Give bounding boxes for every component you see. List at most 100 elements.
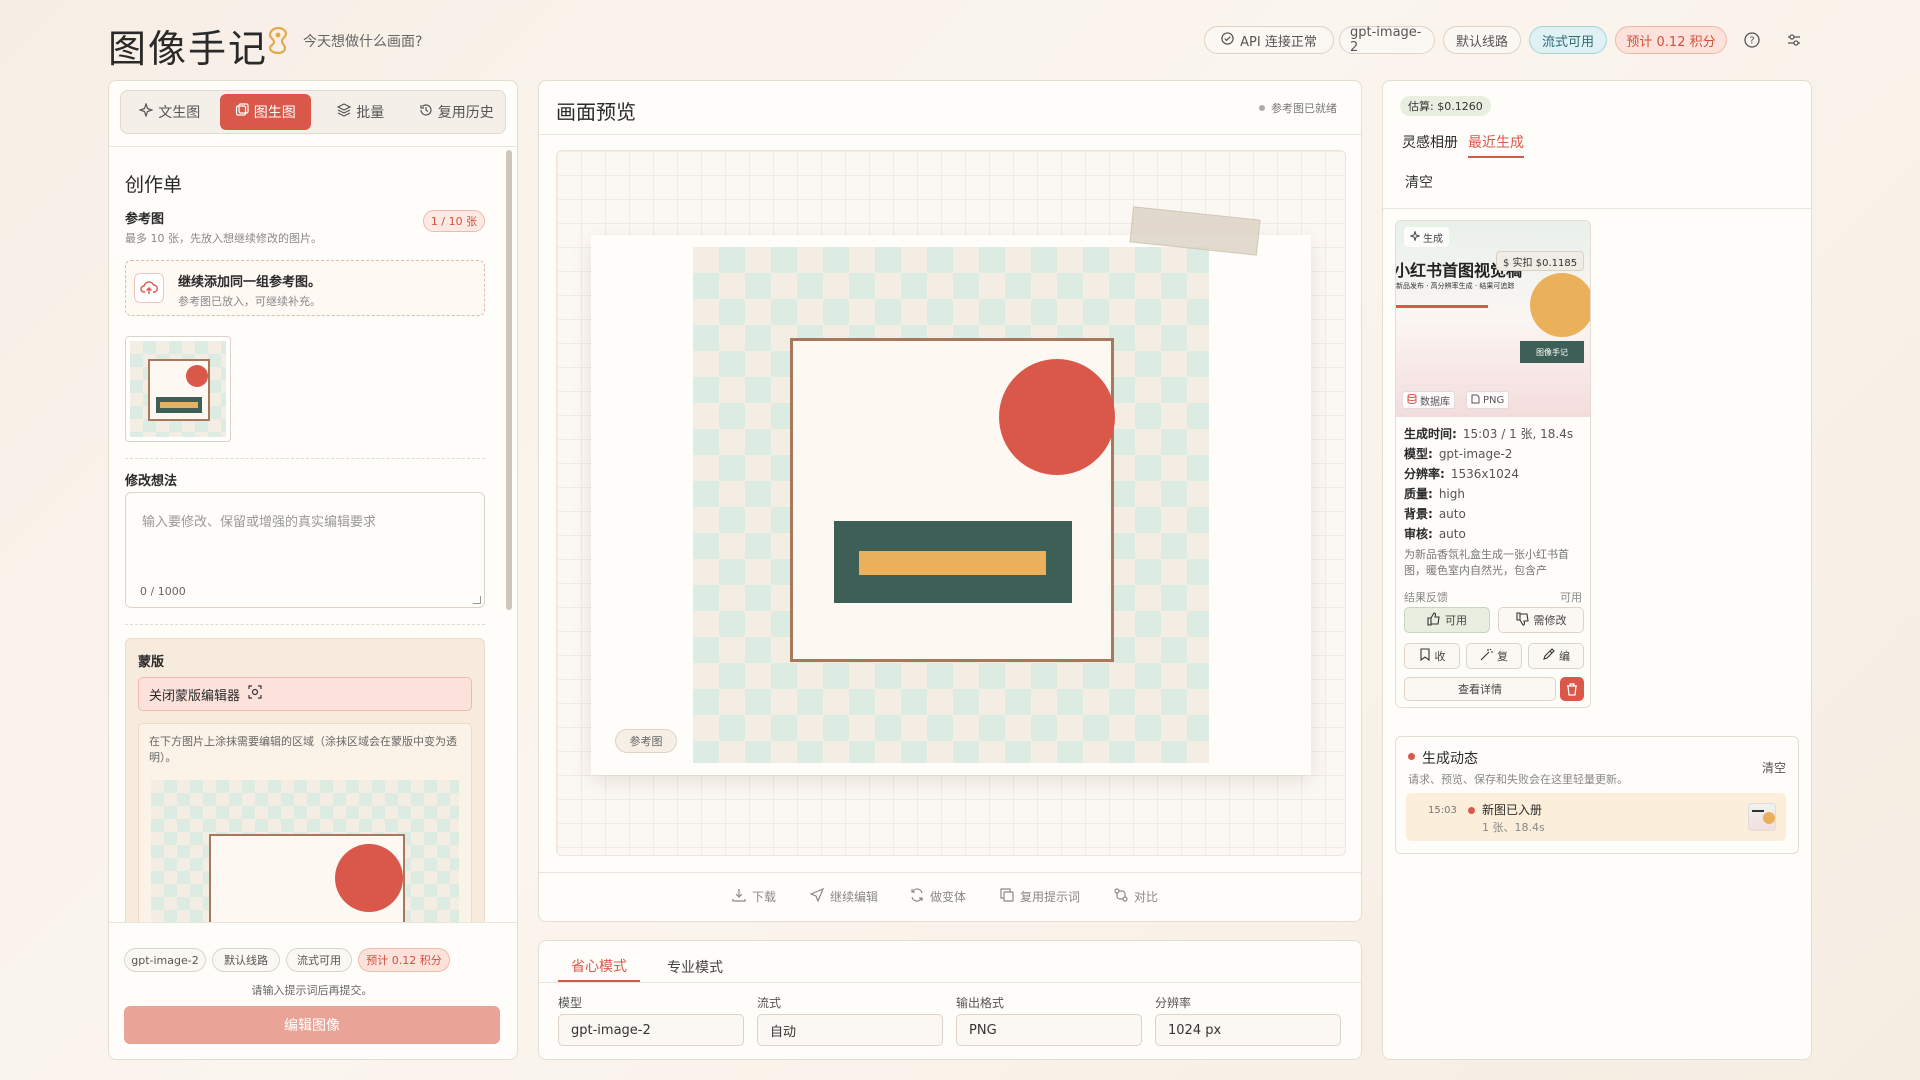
meta-key: 审核: [1404,527,1433,541]
mode-tabs: 文生图 图生图 批量 复用历史 [120,90,506,134]
api-status-label: API 连接正常 [1240,34,1317,50]
tab-reuse-history[interactable]: 复用历史 [411,94,503,130]
model-pill[interactable]: gpt-image-2 [1339,25,1435,55]
edit-button[interactable]: 编 [1528,643,1584,669]
chip-route: 默认线路 [212,948,280,972]
divider [125,624,485,625]
tab-label: 图生图 [253,105,296,121]
meta-list: 生成时间: 15:03 / 1 张, 18.4s 模型: gpt-image-2 分… [1404,425,1584,545]
compare-button[interactable]: 对比 [1114,888,1158,905]
route-pill[interactable]: 默认线路 [1443,26,1521,54]
compare-icon [1114,888,1128,905]
close-mask-editor-label: 关闭蒙版编辑器 [149,688,241,704]
tab-pro-mode[interactable]: 专业模式 [654,952,736,982]
image-circle [999,359,1115,475]
idea-placeholder: 输入要修改、保留或增强的真实编辑要求 [142,515,377,530]
preview-card: 参考图 [591,235,1311,775]
continue-edit-label: 继续编辑 [830,890,879,904]
tab-recent-generations[interactable]: 最近生成 [1468,132,1524,158]
upload-dropzone[interactable]: 继续添加同一组参考图。 参考图已放入，可继续补充。 [125,260,485,316]
ref-count-badge: 1 / 10 张 [423,210,485,232]
resolution-select[interactable]: 1024 px [1155,1014,1341,1046]
estimate-pill[interactable]: 预计 0.12 积分 [1615,26,1727,54]
layers-icon [336,103,352,121]
settings-sliders-icon[interactable] [1782,28,1806,52]
activity-dot [1408,753,1415,760]
meta-row-resolution: 分辨率: 1536x1024 [1404,465,1584,485]
activity-thumb-sun [1763,812,1775,824]
meta-row-background: 背景: auto [1404,505,1584,525]
tab-inspiration-album[interactable]: 灵感相册 [1402,132,1458,152]
continue-edit-button[interactable]: 继续编辑 [809,887,879,905]
left-scrollbar[interactable] [506,150,512,610]
trash-icon[interactable] [1560,677,1584,701]
edit-image-button[interactable]: 编辑图像 [124,1006,500,1044]
tab-image-to-image[interactable]: 图生图 [219,94,311,130]
ref-hint: 最多 10 张，先放入想继续修改的图片。 [125,232,322,245]
preview-status-label: 参考图已就绪 [1271,102,1337,115]
generation-card[interactable]: 生成 小红书首图视觉稿 新品发布 · 高分辨率生成 · 结果可追踪 图像手记 $… [1395,220,1591,708]
activity-panel: 生成动态 清空 请求、预览、保存和失败会在这里轻量更新。 15:03 新图已入册… [1395,736,1799,854]
form-scroll-area[interactable]: 创作单 参考图 最多 10 张，先放入想继续修改的图片。 1 / 10 张 继续… [109,148,517,922]
tab-batch[interactable]: 批量 [315,94,407,130]
view-details-button[interactable]: 查看详情 [1404,677,1556,701]
tagline: 今天想做什么画面? [303,34,423,50]
needs-fix-button[interactable]: 需修改 [1498,607,1584,633]
tab-text-to-image[interactable]: 文生图 [124,94,216,130]
model-select[interactable]: gpt-image-2 [558,1014,744,1046]
regenerate-button[interactable]: 复 [1466,643,1522,669]
mask-canvas[interactable] [151,780,459,922]
source-db-badge: 数据库 [1402,391,1455,409]
status-dot [1259,105,1265,111]
clear-recent-button[interactable]: 清空 [1405,172,1433,192]
image-bar [834,521,1072,603]
stream-pill[interactable]: 流式可用 [1529,26,1607,54]
thumb-sun [1530,273,1590,337]
form-title: 创作单 [125,174,183,196]
meta-row-model: 模型: gpt-image-2 [1404,445,1584,465]
help-icon[interactable]: ? [1740,28,1764,52]
copy-icon [1000,888,1014,905]
save-button[interactable]: 收 [1404,643,1460,669]
preview-image[interactable] [693,247,1209,763]
format-select[interactable]: PNG [956,1014,1142,1046]
svg-text:?: ? [1749,36,1754,47]
app-title: 图像手记 [108,27,269,71]
pencil-icon [1542,648,1555,664]
thumb-circle [186,365,208,387]
generated-tag-label: 生成 [1423,233,1443,245]
mark-usable-button[interactable]: 可用 [1404,607,1490,633]
meta-row-time: 生成时间: 15:03 / 1 张, 18.4s [1404,425,1584,445]
mask-editor-box: 在下方图片上涂抹需要编辑的区域（涂抹区域会在蒙版中变为透明）。 [138,723,472,922]
activity-item[interactable]: 15:03 新图已入册 1 张、18.4s [1406,793,1786,841]
activity-time: 15:03 [1428,805,1457,816]
meta-value: gpt-image-2 [1438,447,1513,461]
tab-easy-mode[interactable]: 省心模式 [558,952,640,982]
meta-row-moderation: 审核: auto [1404,525,1584,545]
feedback-label: 结果反馈 [1404,591,1448,604]
divider [539,872,1361,873]
divider [539,134,1361,135]
idea-textarea[interactable]: 输入要修改、保留或增强的真实编辑要求 0 / 1000 [125,492,485,608]
thumbs-up-icon [1427,611,1441,629]
thumb-button: 图像手记 [1520,341,1584,363]
meta-row-quality: 质量: high [1404,485,1584,505]
stream-select[interactable]: 自动 [757,1014,943,1046]
generation-thumbnail[interactable]: 生成 小红书首图视觉稿 新品发布 · 高分辨率生成 · 结果可追踪 图像手记 $… [1396,221,1590,417]
mask-section: 蒙版 关闭蒙版编辑器 在下方图片上涂抹需要编辑的区域（涂抹区域会在蒙版中变为透明… [125,638,485,922]
download-button[interactable]: 下载 [732,888,776,905]
close-mask-editor-button[interactable]: 关闭蒙版编辑器 [138,677,472,711]
save-label: 收 [1434,650,1446,663]
idea-char-count: 0 / 1000 [140,585,186,598]
thumb-underline [1396,305,1488,308]
thumb-subtitle: 新品发布 · 高分辨率生成 · 结果可追踪 [1396,282,1515,290]
clear-activity-button[interactable]: 清空 [1762,759,1786,776]
meta-key: 背景: [1404,507,1433,521]
variation-button[interactable]: 做变体 [910,888,966,905]
logo-icon [266,26,290,55]
field-label-format: 输出格式 [956,996,1005,1010]
resize-handle[interactable] [473,596,481,604]
api-status-pill[interactable]: API 连接正常 [1204,26,1334,54]
ref-thumbnail[interactable] [125,336,231,442]
reuse-prompt-button[interactable]: 复用提示词 [1000,888,1080,905]
